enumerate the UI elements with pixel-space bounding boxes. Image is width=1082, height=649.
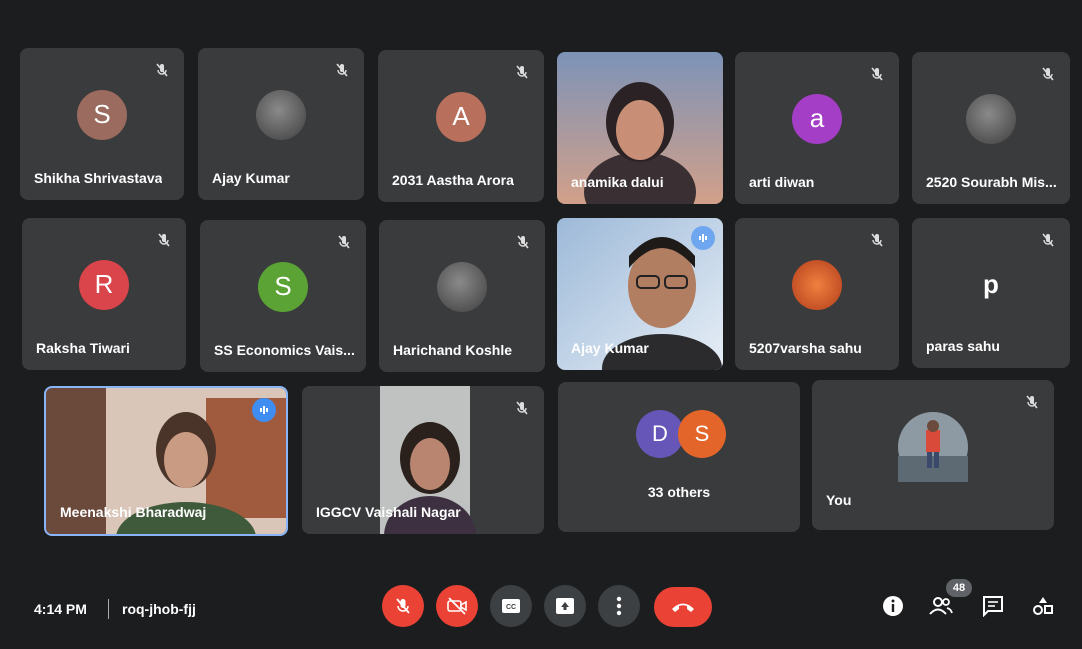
mic-off-icon — [1042, 233, 1054, 247]
participant-name: 2031 Aastha Arora — [392, 172, 514, 188]
participant-avatar: a — [792, 93, 842, 144]
participant-avatar — [256, 89, 306, 140]
activities-icon — [1033, 597, 1053, 615]
others-count-label: 33 others — [647, 484, 711, 500]
separator — [108, 599, 109, 619]
participant-name: Raksha Tiwari — [36, 340, 130, 356]
mic-off-icon — [1042, 67, 1054, 81]
participant-name: Ajay Kumar — [571, 340, 649, 356]
participant-avatar: S — [77, 89, 127, 140]
self-avatar — [898, 412, 968, 482]
participant-tile[interactable]: Harichand Koshle — [379, 220, 545, 372]
present-button[interactable] — [544, 585, 586, 627]
others-tile[interactable]: D S 33 others — [558, 382, 800, 532]
people-count-badge: 48 — [946, 579, 972, 597]
meeting-stage: S Shikha Shrivastava Ajay Kumar A 2031 A… — [0, 0, 1082, 649]
participant-name: Shikha Shrivastava — [34, 170, 163, 186]
more-options-icon — [616, 596, 622, 616]
participant-avatar: A — [436, 91, 486, 142]
meeting-details-button[interactable] — [880, 593, 906, 619]
participant-name: Meenakshi Bharadwaj — [60, 504, 207, 520]
participant-tile[interactable]: S SS Economics Vais... — [200, 220, 366, 372]
captions-icon: CC — [502, 599, 520, 613]
participant-tile[interactable]: A 2031 Aastha Arora — [378, 50, 544, 202]
participant-name: arti diwan — [749, 174, 815, 190]
more-options-button[interactable] — [598, 585, 640, 627]
participant-avatar — [792, 259, 842, 310]
participant-name: 5207varsha sahu — [749, 340, 862, 356]
meeting-time: 4:14 PM — [34, 601, 87, 617]
participant-tile[interactable]: S Shikha Shrivastava — [20, 48, 184, 200]
participant-tile[interactable]: 2520 Sourabh Mis... — [912, 52, 1070, 204]
participant-avatar: p — [966, 259, 1016, 309]
activities-button[interactable] — [1030, 593, 1056, 619]
others-avatar: D — [636, 410, 684, 458]
chat-icon — [983, 596, 1003, 617]
participant-avatar: S — [258, 261, 308, 312]
mic-off-icon — [871, 67, 883, 81]
mic-off-icon — [158, 233, 170, 247]
participant-name: Harichand Koshle — [393, 342, 513, 358]
present-screen-icon — [556, 598, 574, 614]
participant-tile[interactable]: a arti diwan — [735, 52, 899, 204]
people-icon — [929, 597, 953, 615]
participant-tile-active-speaker[interactable]: Meenakshi Bharadwaj — [44, 386, 288, 536]
participant-name: anamika dalui — [571, 174, 664, 190]
participant-name: paras sahu — [926, 338, 1000, 354]
mic-off-icon — [516, 65, 528, 79]
participant-name: IGGCV Vaishali Nagar — [316, 504, 461, 520]
participant-tile[interactable]: Ajay Kumar — [198, 48, 364, 200]
chat-button[interactable] — [980, 593, 1006, 619]
captions-button[interactable]: CC — [490, 585, 532, 627]
mic-off-icon — [517, 235, 529, 249]
participant-tile[interactable]: Ajay Kumar — [557, 218, 723, 370]
participant-tile[interactable]: IGGCV Vaishali Nagar — [302, 386, 544, 534]
self-tile[interactable]: You — [812, 380, 1054, 530]
mic-off-icon — [1026, 395, 1038, 409]
camera-off-icon — [447, 597, 467, 615]
mic-off-icon — [396, 598, 410, 614]
mic-off-icon — [338, 235, 350, 249]
meeting-code: roq-jhob-fjj — [122, 601, 196, 617]
participant-tile[interactable]: 5207varsha sahu — [735, 218, 899, 370]
svg-text:CC: CC — [506, 604, 516, 611]
bottom-control-bar: 4:14 PM roq-jhob-fjj CC 48 — [0, 569, 1082, 649]
people-button[interactable] — [928, 593, 954, 619]
mic-off-icon — [871, 233, 883, 247]
participant-tile[interactable]: p paras sahu — [912, 218, 1070, 368]
camera-toggle-button[interactable] — [436, 585, 478, 627]
leave-call-button[interactable] — [654, 587, 712, 627]
speaking-indicator — [252, 398, 276, 422]
participant-avatar — [437, 261, 487, 312]
mic-toggle-button[interactable] — [382, 585, 424, 627]
mic-off-icon — [156, 63, 168, 77]
mic-off-icon — [336, 63, 348, 77]
info-icon — [883, 596, 903, 616]
participant-name: SS Economics Vais... — [214, 342, 355, 358]
hang-up-icon — [672, 603, 694, 612]
participant-avatar: R — [79, 259, 129, 310]
participant-avatar — [966, 93, 1016, 144]
mic-off-icon — [516, 401, 528, 415]
participant-name: Ajay Kumar — [212, 170, 290, 186]
others-avatar: S — [678, 410, 726, 458]
participant-tile[interactable]: R Raksha Tiwari — [22, 218, 186, 370]
participant-tile[interactable]: anamika dalui — [557, 52, 723, 204]
speaking-indicator — [691, 226, 715, 250]
participant-name: 2520 Sourabh Mis... — [926, 174, 1057, 190]
self-label: You — [826, 492, 852, 508]
